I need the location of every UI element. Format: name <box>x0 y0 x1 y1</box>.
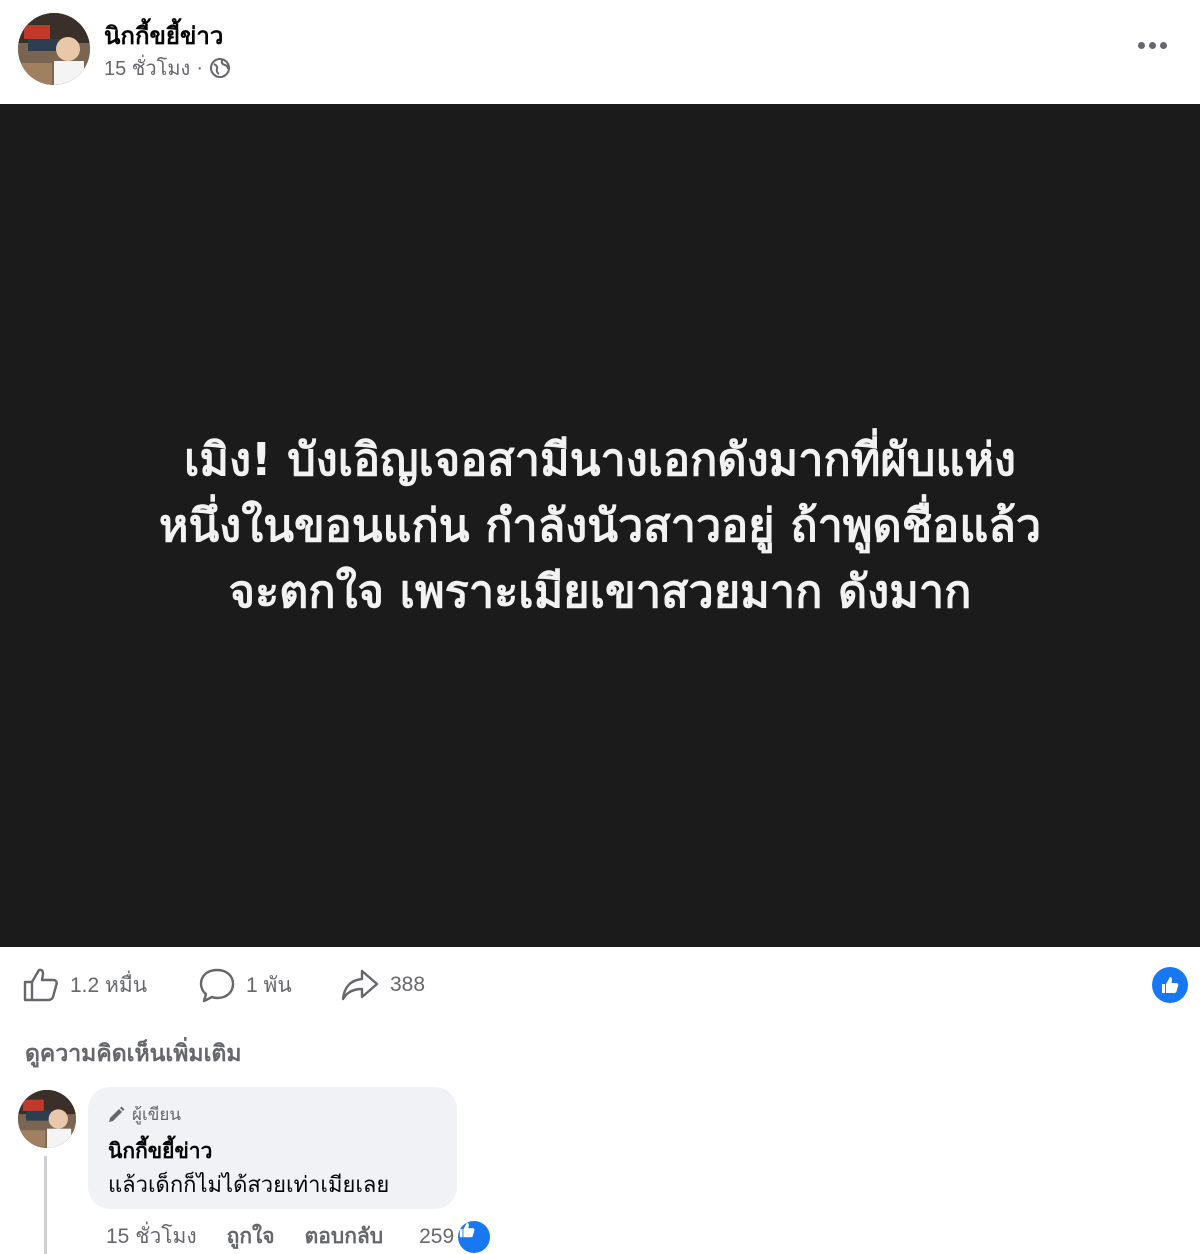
comment-text: แล้วเด็กก็ไม่ได้สวยเท่าเมียเลย <box>108 1172 390 1197</box>
comment-button[interactable]: 1 พัน <box>198 967 292 1003</box>
author-badge-label: ผู้เขียน <box>132 1105 181 1124</box>
more-options-button[interactable] <box>1132 30 1172 60</box>
post-image[interactable]: เมิง! บังเอิญเจอสามีนางเอกดังมากที่ผับแห… <box>0 104 1200 947</box>
commenter-avatar[interactable] <box>18 1090 76 1148</box>
author-badge: ผู้เขียน <box>106 1101 181 1128</box>
meta-separator: · <box>196 56 203 79</box>
dot-icon <box>1159 41 1167 49</box>
comment-count: 1 พัน <box>246 973 292 997</box>
comment-actions: 15 ชั่วโมง ถูกใจ ตอบกลับ 259 <box>106 1220 491 1253</box>
dot-icon <box>1137 41 1145 49</box>
post-image-text: เมิง! บังเอิญเจอสามีนางเอกดังมากที่ผับแห… <box>40 427 1160 625</box>
image-text-line: เมิง! บังเอิญเจอสามีนางเอกดังมากที่ผับแห… <box>184 432 1016 486</box>
author-avatar[interactable] <box>18 13 90 85</box>
like-reaction-icon[interactable] <box>1152 967 1188 1003</box>
comment-reply-button[interactable]: ตอบกลับ <box>305 1220 384 1253</box>
comment-bubble: ผู้เขียน นิกกี้ขยี้ข่าว แล้วเด็กก็ไม่ได้… <box>88 1087 457 1209</box>
image-text-line: หนึ่งในขอนแก่น กำลังนัวสาวอยู่ ถ้าพูดชื่… <box>158 498 1042 552</box>
thumbs-up-icon <box>23 968 58 1002</box>
dot-icon <box>1148 41 1156 49</box>
thread-line <box>44 1156 47 1254</box>
like-reaction-icon[interactable] <box>458 1220 491 1253</box>
comment-icon <box>199 968 235 1003</box>
author-name[interactable]: นิกกี้ขยี้ข่าว <box>104 16 223 55</box>
pencil-icon <box>109 1106 125 1122</box>
like-button[interactable]: 1.2 หมื่น <box>22 967 147 1003</box>
comment-reaction-count[interactable]: 259 <box>419 1225 454 1249</box>
post-time[interactable]: 15 ชั่วโมง <box>104 52 190 84</box>
view-more-comments-link[interactable]: ดูความคิดเห็นเพิ่มเติม <box>25 1036 242 1072</box>
comment-time[interactable]: 15 ชั่วโมง <box>106 1220 197 1253</box>
post-header: นิกกี้ขยี้ข่าว 15 ชั่วโมง · <box>0 0 1200 104</box>
like-count: 1.2 หมื่น <box>70 973 148 997</box>
comment-author[interactable]: นิกกี้ขยี้ข่าว <box>108 1135 212 1168</box>
share-icon <box>341 969 379 1001</box>
action-bar: 1.2 หมื่น 1 พัน 388 <box>0 947 1200 1027</box>
comment-like-button[interactable]: ถูกใจ <box>227 1220 275 1253</box>
share-count: 388 <box>390 973 426 996</box>
post-meta: 15 ชั่วโมง · <box>104 52 231 84</box>
image-text-line: จะตกใจ เพราะเมียเขาสวยมาก ดังมาก <box>228 564 972 618</box>
share-button[interactable]: 388 <box>340 967 425 1003</box>
globe-icon <box>209 57 231 79</box>
